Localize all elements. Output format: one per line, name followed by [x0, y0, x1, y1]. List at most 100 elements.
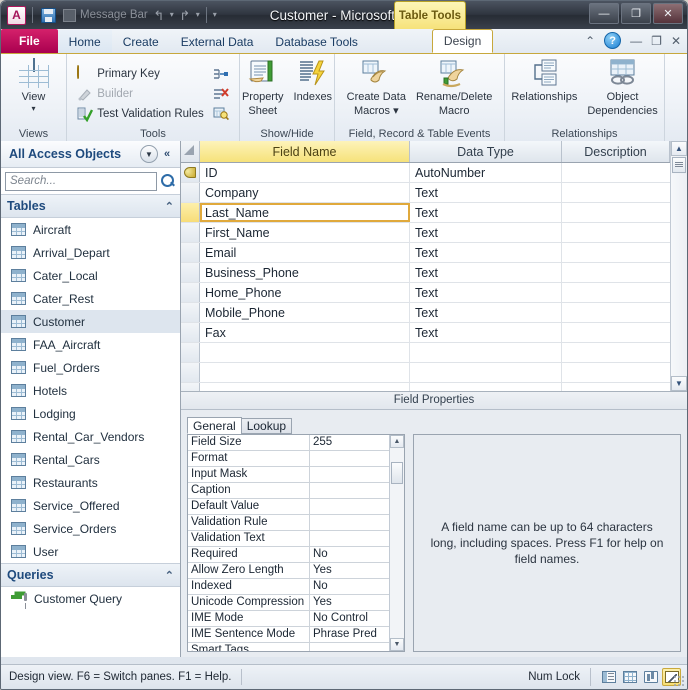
primary-key-button[interactable]: Primary Key — [77, 64, 204, 84]
sidebar-item-rental-car-vendors[interactable]: Rental_Car_Vendors — [1, 425, 180, 448]
scrollbar-track[interactable] — [671, 174, 687, 376]
cell-description[interactable] — [562, 343, 670, 362]
doc-close-icon[interactable]: ✕ — [671, 35, 681, 47]
create-data-macros-button[interactable]: Create Data Macros ▾ — [342, 57, 411, 117]
property-value[interactable]: Yes — [310, 563, 389, 578]
cell-data-type[interactable]: AutoNumber — [410, 163, 562, 182]
nav-group-header-tables[interactable]: Tables ⌃ — [1, 194, 180, 218]
cell-description[interactable] — [562, 283, 670, 302]
table-row[interactable]: Business_Phone Text — [181, 263, 670, 283]
window-restore-button[interactable]: ❐ — [621, 3, 651, 24]
cell-data-type[interactable]: Text — [410, 203, 562, 222]
collapse-ribbon-icon[interactable]: ⌃ — [585, 35, 595, 47]
scroll-up-button[interactable]: ▲ — [671, 141, 687, 156]
property-scrollbar[interactable]: ▲ ▼ — [389, 435, 404, 651]
column-header-description[interactable]: Description — [562, 141, 670, 162]
property-value[interactable] — [310, 451, 389, 466]
cell-data-type[interactable] — [410, 343, 562, 362]
table-row-selected[interactable]: Last_Name Text — [181, 203, 670, 223]
property-value[interactable] — [310, 499, 389, 514]
cell-field-name-active[interactable]: Last_Name — [200, 203, 410, 222]
cell-data-type[interactable]: Text — [410, 223, 562, 242]
property-scroll-down-button[interactable]: ▼ — [390, 638, 404, 651]
view-button[interactable]: View ▾ — [13, 57, 55, 113]
search-input[interactable]: Search... — [5, 171, 157, 191]
chevron-down-icon[interactable]: ▼ — [140, 145, 158, 163]
cell-data-type[interactable]: Text — [410, 283, 562, 302]
property-scroll-up-button[interactable]: ▲ — [390, 435, 404, 448]
row-selector[interactable] — [181, 203, 200, 222]
cell-description[interactable] — [562, 243, 670, 262]
row-selector[interactable] — [181, 183, 200, 202]
table-row[interactable]: First_Name Text — [181, 223, 670, 243]
tab-home[interactable]: Home — [57, 30, 112, 53]
test-validation-rules-button[interactable]: Test Validation Rules — [77, 104, 204, 124]
cell-description[interactable] — [562, 363, 670, 382]
row-selector[interactable] — [181, 343, 200, 362]
property-value[interactable] — [310, 467, 389, 482]
delete-rows-icon[interactable] — [213, 87, 229, 103]
redo-dropdown-icon[interactable]: ▾ — [196, 11, 200, 19]
undo-button[interactable]: ↰ — [150, 6, 168, 24]
nav-group-header-queries[interactable]: Queries ⌃ — [1, 563, 180, 587]
cell-description[interactable] — [562, 303, 670, 322]
cell-field-name[interactable]: Home_Phone — [200, 283, 410, 302]
doc-restore-icon[interactable]: ❐ — [651, 35, 662, 47]
window-close-button[interactable]: ✕ — [653, 3, 683, 24]
insert-rows-icon[interactable] — [213, 68, 229, 84]
table-row-empty[interactable] — [181, 343, 670, 363]
cell-field-name[interactable]: Mobile_Phone — [200, 303, 410, 322]
cell-description[interactable] — [562, 383, 670, 391]
table-row[interactable]: Email Text — [181, 243, 670, 263]
sidebar-item-faa-aircraft[interactable]: FAA_Aircraft — [1, 333, 180, 356]
sidebar-item-user[interactable]: User — [1, 540, 180, 563]
cell-data-type[interactable]: Text — [410, 183, 562, 202]
grid-corner-selector[interactable] — [181, 141, 200, 162]
rename-delete-macro-button[interactable]: Rename/Delete Macro — [411, 57, 497, 117]
cell-field-name[interactable]: First_Name — [200, 223, 410, 242]
cell-field-name[interactable] — [200, 383, 410, 391]
sidebar-item-cater-local[interactable]: Cater_Local — [1, 264, 180, 287]
double-chevron-left-icon[interactable]: « — [158, 148, 176, 160]
cell-data-type[interactable]: Text — [410, 263, 562, 282]
tab-design[interactable]: Design — [431, 29, 494, 53]
datasheet-view-button[interactable] — [599, 668, 618, 686]
cell-description[interactable] — [562, 263, 670, 282]
property-value[interactable] — [310, 531, 389, 546]
cell-description[interactable] — [562, 203, 670, 222]
tab-file[interactable]: File — [1, 29, 58, 53]
doc-minimize-icon[interactable]: — — [630, 35, 642, 47]
scroll-down-button[interactable]: ▼ — [671, 376, 687, 391]
property-value[interactable]: Yes — [310, 595, 389, 610]
tab-database-tools[interactable]: Database Tools — [264, 30, 369, 53]
row-selector[interactable] — [181, 223, 200, 242]
search-icon[interactable] — [160, 173, 176, 189]
tab-general[interactable]: General — [187, 417, 242, 434]
help-icon[interactable]: ? — [604, 32, 622, 49]
pivotchart-view-button[interactable] — [641, 668, 660, 686]
sidebar-item-rental-cars[interactable]: Rental_Cars — [1, 448, 180, 471]
table-row-empty[interactable] — [181, 363, 670, 383]
pivottable-view-button[interactable] — [620, 668, 639, 686]
resize-grip[interactable] — [673, 675, 685, 687]
tab-external-data[interactable]: External Data — [170, 30, 265, 53]
row-selector[interactable] — [181, 323, 200, 342]
cell-field-name[interactable]: Company — [200, 183, 410, 202]
cell-data-type[interactable]: Text — [410, 243, 562, 262]
modify-lookups-icon[interactable] — [213, 106, 229, 122]
scrollbar-thumb[interactable] — [672, 157, 686, 173]
collapse-chevron-icon[interactable]: ⌃ — [165, 200, 174, 213]
save-button[interactable] — [39, 6, 57, 24]
cell-data-type[interactable] — [410, 363, 562, 382]
table-row[interactable]: ID AutoNumber — [181, 163, 670, 183]
sidebar-item-fuel-orders[interactable]: Fuel_Orders — [1, 356, 180, 379]
row-selector[interactable] — [181, 383, 200, 391]
undo-dropdown-icon[interactable]: ▾ — [170, 11, 174, 19]
cell-field-name[interactable]: ID — [200, 163, 410, 182]
indexes-button[interactable]: Indexes — [289, 57, 338, 103]
row-selector[interactable] — [181, 283, 200, 302]
view-dropdown-icon[interactable]: ▾ — [31, 105, 35, 113]
table-row[interactable]: Fax Text — [181, 323, 670, 343]
cell-description[interactable] — [562, 183, 670, 202]
sidebar-item-arrival-depart[interactable]: Arrival_Depart — [1, 241, 180, 264]
